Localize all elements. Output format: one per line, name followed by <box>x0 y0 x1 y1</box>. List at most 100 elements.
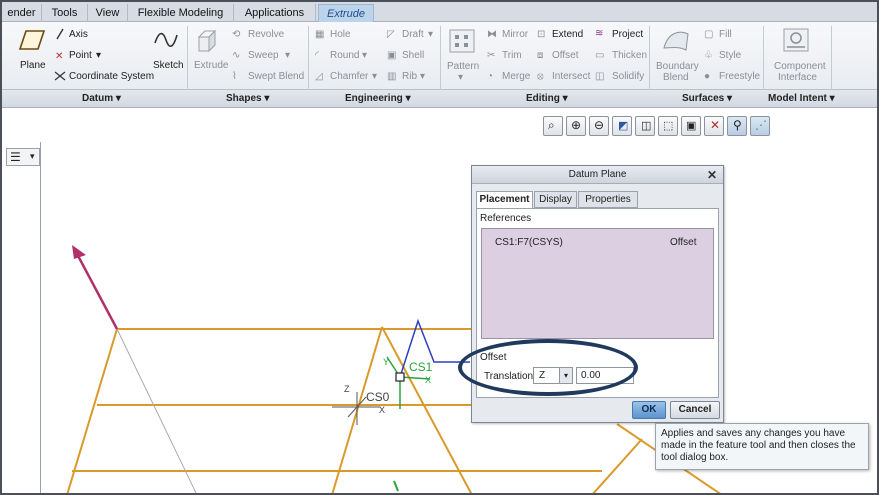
pattern-dropdown-icon[interactable]: ▾ <box>458 72 463 84</box>
cancel-button[interactable]: Cancel <box>670 401 720 419</box>
solidify-button[interactable]: Solidify <box>612 71 644 83</box>
direction-arrow-head <box>72 245 86 259</box>
pattern-icon[interactable] <box>449 29 475 53</box>
close-icon[interactable]: ✕ <box>707 167 717 183</box>
offset-button[interactable]: Offset <box>552 50 579 62</box>
pattern-label[interactable]: Pattern <box>447 61 479 73</box>
sweep-icon: ∿ <box>232 50 241 61</box>
tab-flexible-modeling[interactable]: Flexible Modeling <box>128 4 234 22</box>
freestyle-icon: ● <box>704 71 711 82</box>
mirror-icon: ⧓ <box>487 29 497 40</box>
intersect-icon: ⦻ <box>537 71 544 82</box>
dialog-title: Datum Plane <box>568 169 627 180</box>
reference-type[interactable]: Offset <box>670 237 697 249</box>
translation-axis-select[interactable]: Z ▾ <box>533 367 573 384</box>
solidify-icon: ◫ <box>595 71 605 82</box>
tab-render[interactable]: ender <box>2 4 42 22</box>
round-icon: ◜ <box>315 50 319 61</box>
point-button[interactable]: Point <box>69 50 92 62</box>
tab-applications[interactable]: Applications <box>234 4 316 22</box>
datum-group-label[interactable]: Datum ▾ <box>82 93 121 104</box>
dialog-title-bar[interactable]: Datum Plane ✕ <box>472 166 723 184</box>
rib-button[interactable]: Rib <box>402 71 417 83</box>
chevron-down-icon[interactable]: ▾ <box>559 368 572 383</box>
cs0-z-label: Z <box>344 384 350 394</box>
datum-plane-dialog: Datum Plane ✕ Placement Display Properti… <box>471 165 724 423</box>
green-marker <box>393 480 399 492</box>
sweep-button[interactable]: Sweep <box>248 50 279 62</box>
revolve-button[interactable]: Revolve <box>248 29 284 41</box>
extend-button[interactable]: Extend <box>552 29 583 41</box>
ribbon-tab-bar: ender Tools View Flexible Modeling Appli… <box>2 2 877 22</box>
tab-placement[interactable]: Placement <box>476 191 533 209</box>
revolve-icon: ⟲ <box>232 29 241 40</box>
hole-icon: ▦ <box>315 29 325 40</box>
tab-extrude[interactable]: Extrude <box>318 4 374 22</box>
fill-button[interactable]: Fill <box>719 29 732 41</box>
component-interface-label-2[interactable]: Interface <box>778 72 817 84</box>
thicken-icon: ▭ <box>595 50 605 61</box>
point-dropdown-icon[interactable]: ▾ <box>96 50 101 62</box>
csys-origin[interactable] <box>395 372 405 382</box>
shell-button[interactable]: Shell <box>402 50 424 62</box>
draft-icon: ◸ <box>387 29 395 40</box>
rib-dropdown-icon[interactable]: ▾ <box>420 71 425 83</box>
offset-section-label: Offset <box>480 352 507 363</box>
tab-properties[interactable]: Properties <box>578 191 638 208</box>
boundary-blend-icon[interactable] <box>662 28 690 52</box>
swept-blend-button[interactable]: Swept Blend <box>248 71 304 83</box>
plane-icon[interactable] <box>18 28 46 52</box>
draft-dropdown-icon[interactable]: ▾ <box>428 29 433 41</box>
freestyle-button[interactable]: Freestyle <box>719 71 760 83</box>
model-intent-group-label[interactable]: Model Intent ▾ <box>768 93 835 104</box>
translation-axis-value: Z <box>539 370 546 381</box>
offset-icon: ⧈ <box>537 50 544 61</box>
trim-icon: ✂ <box>487 50 496 61</box>
sketch-label[interactable]: Sketch <box>153 60 184 72</box>
boundary-blend-label-2[interactable]: Blend <box>663 72 689 84</box>
extrude-label[interactable]: Extrude <box>194 60 228 72</box>
sweep-dropdown-icon[interactable]: ▾ <box>285 50 290 62</box>
chamfer-dropdown-icon[interactable]: ▾ <box>372 71 377 83</box>
chamfer-button[interactable]: Chamfer <box>330 71 368 83</box>
project-button[interactable]: Project <box>612 29 643 41</box>
reference-name[interactable]: CS1:F7(CSYS) <box>495 237 563 249</box>
intersect-button[interactable]: Intersect <box>552 71 590 83</box>
style-button[interactable]: Style <box>719 50 741 62</box>
draft-button[interactable]: Draft <box>402 29 424 41</box>
axis-icon <box>56 28 64 40</box>
trim-button[interactable]: Trim <box>502 50 522 62</box>
tab-display[interactable]: Display <box>534 191 577 208</box>
sketch-icon[interactable] <box>153 29 179 51</box>
cs1-label: CS1 <box>409 360 433 374</box>
editing-group-label[interactable]: Editing ▾ <box>526 93 568 104</box>
merge-icon: ◔ <box>487 71 494 82</box>
shapes-group-label[interactable]: Shapes ▾ <box>226 93 269 104</box>
model-edge <box>381 326 473 493</box>
round-button[interactable]: Round <box>330 50 359 62</box>
surfaces-group-label[interactable]: Surfaces ▾ <box>682 93 732 104</box>
direction-arrow <box>74 251 119 330</box>
merge-button[interactable]: Merge <box>502 71 530 83</box>
svg-text:✕: ✕ <box>55 51 63 61</box>
placement-panel: References CS1:F7(CSYS) Offset Offset Tr… <box>476 208 719 398</box>
tab-tools[interactable]: Tools <box>42 4 88 22</box>
references-collector[interactable]: CS1:F7(CSYS) Offset <box>481 228 714 339</box>
engineering-group-label[interactable]: Engineering ▾ <box>345 93 411 104</box>
component-interface-icon[interactable] <box>783 28 809 52</box>
ok-button[interactable]: OK <box>632 401 666 419</box>
translation-value-input[interactable]: 0.00 <box>576 367 634 384</box>
extrude-icon[interactable] <box>195 29 221 53</box>
plane-label[interactable]: Plane <box>20 60 46 72</box>
coordinate-system-button[interactable]: Coordinate System <box>69 71 154 83</box>
round-dropdown-icon[interactable]: ▾ <box>362 50 367 62</box>
references-label: References <box>480 213 532 224</box>
tab-view[interactable]: View <box>88 4 128 22</box>
hole-button[interactable]: Hole <box>330 29 351 41</box>
mirror-button[interactable]: Mirror <box>502 29 528 41</box>
point-icon: ✕ <box>55 51 63 61</box>
ok-tooltip: Applies and saves any changes you have m… <box>655 423 869 470</box>
axis-button[interactable]: Axis <box>69 29 88 41</box>
thicken-button[interactable]: Thicken <box>612 50 647 62</box>
style-icon: ♧ <box>704 50 713 61</box>
